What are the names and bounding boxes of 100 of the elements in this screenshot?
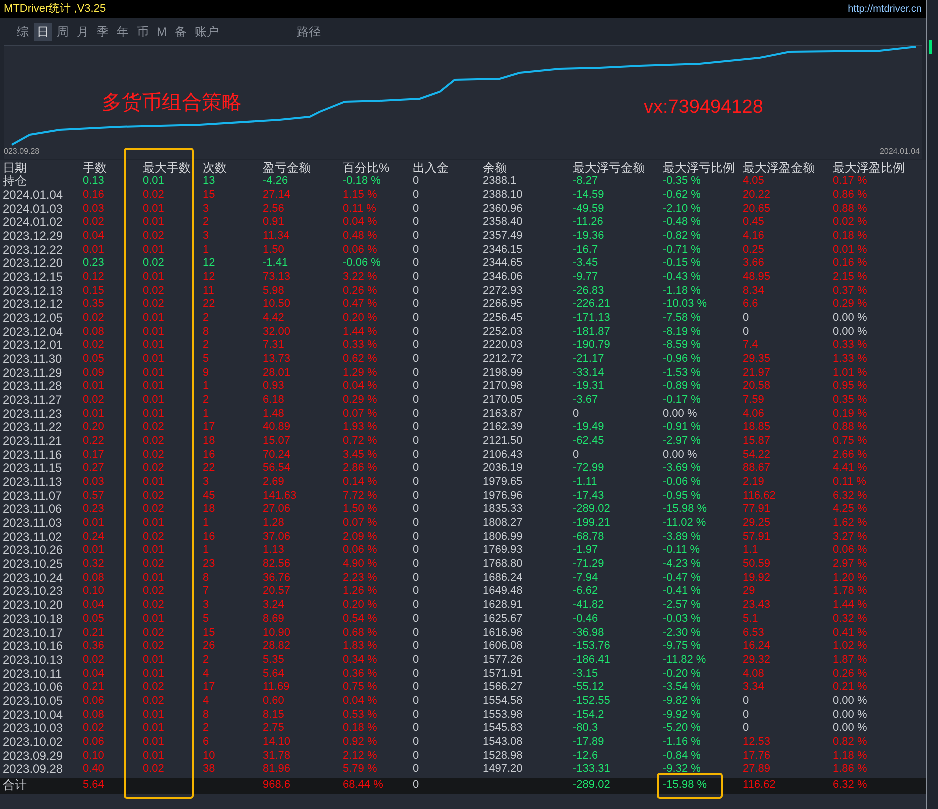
row-label: 2023.11.22 — [3, 421, 64, 434]
table-cell-text: 13 — [203, 175, 216, 188]
table-cell-text: 19.92 — [743, 572, 772, 585]
column-header[interactable]: 最大手数 — [143, 161, 203, 175]
row-label: 2023.11.03 — [3, 517, 64, 530]
table-cell-text: 1.15 % — [343, 189, 378, 202]
column-header[interactable]: 百分比% — [343, 161, 413, 175]
view-tab[interactable]: M — [154, 22, 170, 40]
view-tab[interactable]: 账户 — [192, 22, 222, 40]
column-header[interactable]: 次数 — [203, 161, 263, 175]
table-cell-text: 1543.08 — [483, 736, 524, 749]
table-cell-text: 0.02 — [83, 312, 106, 326]
table-cell-text: 0 — [413, 189, 420, 202]
table-cell-text: 2212.72 — [483, 353, 524, 366]
table-cell-text: 0.41 % — [833, 626, 868, 640]
table-cell-text: 0.18 % — [833, 230, 868, 244]
table-cell-text: 0 — [413, 448, 420, 462]
website-link[interactable]: http://mtdriver.cn — [848, 2, 922, 16]
table-cell-text: 1768.80 — [483, 558, 524, 572]
table-cell-text: 2163.87 — [483, 408, 524, 421]
row-label: 2023.12.22 — [3, 244, 64, 257]
row-label: 2023.10.11 — [3, 668, 64, 681]
table-cell-text: 1649.48 — [483, 585, 524, 598]
table-cell-text: -3.45 — [573, 257, 600, 270]
row-label: 2023.10.05 — [3, 694, 64, 708]
table-cell-text: -0.17 % — [663, 394, 702, 408]
table-cell-text: 0.04 % — [343, 694, 378, 708]
column-header[interactable]: 最大浮亏金额 — [573, 161, 663, 175]
table-cell-text: 0.01 — [143, 408, 166, 421]
table-cell-text: 2346.15 — [483, 244, 524, 257]
table-cell-text: 0.16 % — [833, 257, 868, 270]
table-cell-text: -41.82 — [573, 599, 606, 612]
table-cell-text: 1686.24 — [483, 572, 524, 585]
table-cell-text: 0.33 % — [343, 339, 378, 352]
table-cell-text: 0.02 — [143, 298, 166, 312]
table-cell-text: 0.11 % — [343, 202, 378, 216]
table-cell-text: -171.13 — [573, 312, 612, 326]
table-cell-text: 0.00 % — [663, 408, 698, 421]
view-tab[interactable]: 备 — [172, 22, 190, 40]
table-cell-text: 0.02 — [143, 435, 166, 448]
table-cell-text: 2170.05 — [483, 394, 524, 408]
table-cell-text: 1806.99 — [483, 530, 524, 544]
column-header[interactable]: 最大浮盈金额 — [743, 161, 833, 175]
table-cell-text: -7.58 % — [663, 312, 702, 326]
table-cell-text: 0.95 % — [833, 380, 868, 394]
table-cell-text: -10.03 % — [663, 298, 708, 312]
column-header[interactable]: 手数 — [83, 161, 143, 175]
row-label: 2023.12.29 — [3, 230, 64, 244]
view-tab[interactable]: 综 — [14, 22, 32, 40]
view-tab[interactable]: 日 — [34, 22, 52, 40]
table-cell-text: -133.31 — [573, 763, 612, 776]
table-cell-text: 0 — [413, 694, 420, 708]
table-cell-text: -68.78 — [573, 530, 606, 544]
table-cell-text: 2.66 % — [833, 448, 868, 462]
table-cell-text: -14.59 — [573, 189, 606, 202]
row-label: 2023.11.06 — [3, 503, 64, 516]
row-label: 2023.12.13 — [3, 284, 64, 298]
table-cell-text: 0.37 % — [833, 284, 868, 298]
view-tab[interactable]: 月 — [74, 22, 92, 40]
view-tab[interactable]: 周 — [54, 22, 72, 40]
table-cell-text: 0.01 — [83, 380, 106, 394]
column-header[interactable]: 最大浮盈比例 — [833, 161, 923, 175]
table-cell-text: 3.66 — [743, 257, 766, 270]
table-cell-text: -26.83 — [573, 284, 606, 298]
table-cell-text: 0 — [413, 202, 420, 216]
table-cell-text: 0 — [413, 750, 420, 763]
table-cell-text: 0.02 — [143, 626, 166, 640]
table-cell-text: 0.04 — [83, 668, 106, 681]
table-cell-text: 0.45 — [743, 216, 766, 230]
table-cell-text: 23.43 — [743, 599, 772, 612]
table-cell-text: 0 — [413, 668, 420, 681]
table-cell-text: 1835.33 — [483, 503, 524, 516]
table-cell-text: 0.02 — [143, 599, 166, 612]
table-cell-text: 1 — [203, 544, 210, 558]
table-cell-text: 0.01 — [143, 708, 166, 722]
view-tab[interactable]: 年 — [114, 22, 132, 40]
table-cell-text: 5.98 — [263, 284, 286, 298]
column-header[interactable]: 余额 — [483, 161, 573, 175]
table-cell-text: 7.4 — [743, 339, 760, 352]
column-header[interactable]: 盈亏金额 — [263, 161, 343, 175]
table-cell-text: 0.86 % — [833, 189, 868, 202]
table-cell-text: 0 — [743, 312, 750, 326]
table-cell-text: 0 — [413, 490, 420, 503]
table-cell-text: 0 — [413, 462, 420, 476]
table-cell-text: -2.30 % — [663, 626, 702, 640]
row-label: 2023.10.20 — [3, 599, 64, 612]
table-cell-text: 22 — [203, 298, 216, 312]
table-cell-text: 0.93 — [263, 380, 286, 394]
table-cell-text: -1.97 — [573, 544, 600, 558]
table-cell-text: 3.27 % — [833, 530, 868, 544]
view-tab[interactable]: 币 — [134, 22, 152, 40]
column-header[interactable]: 出入金 — [413, 161, 483, 175]
table-cell-text: 1628.91 — [483, 599, 524, 612]
column-header[interactable]: 最大浮亏比例 — [663, 161, 743, 175]
table-cell-text: 6.53 — [743, 626, 766, 640]
table-cell-text: 0 — [413, 421, 420, 434]
column-header[interactable]: 日期 — [3, 161, 83, 175]
view-tab[interactable]: 季 — [94, 22, 112, 40]
table-cell-text: 18 — [203, 503, 216, 516]
view-tab[interactable]: 路径 — [294, 22, 324, 40]
